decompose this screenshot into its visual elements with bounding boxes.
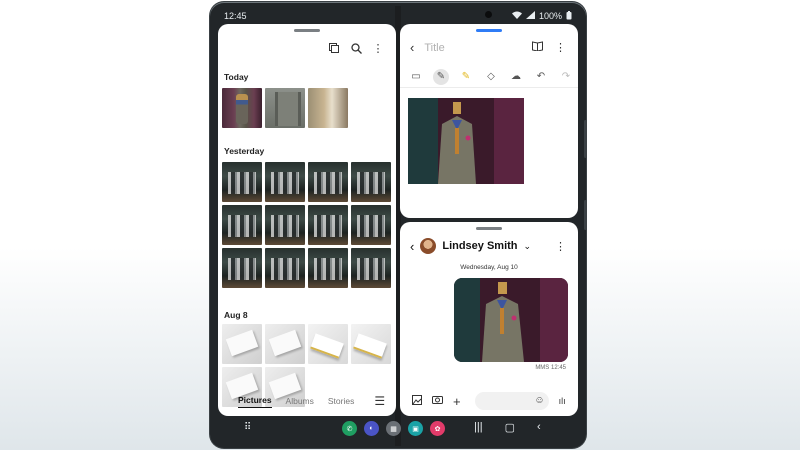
- notes-panel: ‹ Title ⋮ ▭ ✎ ✎ ◇ ☁ ↶ ↷: [400, 24, 578, 218]
- undo-icon[interactable]: ↶: [533, 69, 549, 85]
- gallery-panel: ⋮ Today Yesterday Aug 8 Pictures Albums …: [218, 24, 396, 416]
- tab-pictures[interactable]: Pictures: [238, 395, 272, 408]
- photo-thumbnail[interactable]: [265, 162, 305, 202]
- voice-input-icon[interactable]: ılı: [559, 396, 566, 406]
- contact-name[interactable]: Lindsey Smith: [442, 240, 517, 252]
- photo-grid-today: [222, 88, 391, 128]
- photo-thumbnail[interactable]: [222, 324, 262, 364]
- photo-thumbnail[interactable]: [308, 324, 348, 364]
- note-title-input[interactable]: Title: [424, 42, 444, 54]
- photo-thumbnail[interactable]: [308, 248, 348, 288]
- photo-thumbnail[interactable]: [265, 88, 305, 128]
- chevron-down-icon[interactable]: ⌄: [524, 241, 532, 252]
- battery-level: 100%: [538, 11, 562, 21]
- wifi-icon: [511, 11, 522, 21]
- search-icon[interactable]: [350, 42, 362, 54]
- panel-drag-handle[interactable]: [294, 29, 320, 32]
- panel-drag-handle[interactable]: [476, 227, 502, 230]
- emoji-icon[interactable]: ☺: [534, 395, 544, 406]
- add-icon[interactable]: +: [453, 394, 461, 409]
- phone-app-icon[interactable]: ✆: [342, 421, 357, 436]
- back-nav-icon[interactable]: ‹: [537, 421, 541, 434]
- message-input[interactable]: ☺: [474, 392, 549, 410]
- photo-thumbnail[interactable]: [265, 248, 305, 288]
- photo-thumbnail[interactable]: [222, 88, 262, 128]
- photo-thumbnail[interactable]: [351, 205, 391, 245]
- section-title: Today: [224, 72, 249, 82]
- section-title: Yesterday: [224, 146, 265, 156]
- inserted-suit-photo[interactable]: [408, 98, 524, 184]
- internet-app-icon[interactable]: ◐: [364, 421, 379, 436]
- side-key: [584, 120, 587, 158]
- more-options-icon[interactable]: ⋮: [555, 41, 566, 54]
- home-icon[interactable]: ▢: [505, 421, 515, 434]
- highlighter-icon[interactable]: ✎: [458, 69, 474, 85]
- photo-thumbnail[interactable]: [308, 205, 348, 245]
- tab-stories[interactable]: Stories: [328, 396, 354, 406]
- front-camera: [485, 11, 492, 18]
- text-mode-icon[interactable]: ▭: [408, 69, 424, 85]
- messages-panel: ‹ Lindsey Smith ⌄ ⋮ Wednesday, Aug 10 MM…: [400, 222, 578, 416]
- avatar[interactable]: [420, 238, 437, 254]
- photo-thumbnail[interactable]: [308, 88, 348, 128]
- gallery-icon[interactable]: [412, 394, 422, 408]
- section-title: Aug 8: [224, 310, 248, 320]
- calendar-app-icon[interactable]: ▣: [408, 421, 423, 436]
- photo-thumbnail[interactable]: [222, 205, 262, 245]
- book-view-icon[interactable]: [532, 41, 543, 54]
- mms-photo-bubble[interactable]: [454, 278, 568, 362]
- menu-icon[interactable]: ☰: [374, 394, 385, 408]
- drawing-toolbar: ▭ ✎ ✎ ◇ ☁ ↶ ↷: [400, 66, 578, 88]
- photo-thumbnail[interactable]: [222, 162, 262, 202]
- photo-thumbnail[interactable]: [351, 162, 391, 202]
- photo-thumbnail[interactable]: [222, 248, 262, 288]
- eraser-icon[interactable]: ◇: [483, 69, 499, 85]
- photo-grid-yesterday: [222, 162, 391, 288]
- status-time: 12:45: [224, 11, 247, 21]
- galaxy-store-icon[interactable]: ✿: [430, 421, 445, 436]
- status-bar: 12:45 100%: [218, 8, 578, 24]
- photo-thumbnail[interactable]: [351, 248, 391, 288]
- message-compose-bar: + ☺ ılı: [400, 386, 578, 416]
- more-options-icon[interactable]: ⋮: [372, 42, 384, 55]
- select-icon[interactable]: [328, 42, 340, 54]
- back-icon[interactable]: ‹: [410, 40, 414, 55]
- taskbar-dock: ✆ ◐ ▦ ▣ ✿: [342, 421, 445, 436]
- signal-icon: [525, 11, 535, 21]
- message-timestamp: MMS 12:45: [535, 365, 566, 371]
- photo-thumbnail[interactable]: [308, 162, 348, 202]
- photo-thumbnail[interactable]: [265, 324, 305, 364]
- apps-group-icon[interactable]: ▦: [386, 421, 401, 436]
- battery-icon: [566, 10, 572, 22]
- conversation-date: Wednesday, Aug 10: [460, 264, 518, 271]
- redo-icon[interactable]: ↷: [558, 69, 574, 85]
- panel-drag-handle[interactable]: [476, 29, 502, 32]
- camera-icon[interactable]: [432, 395, 443, 407]
- lasso-icon[interactable]: ☁: [508, 69, 524, 85]
- pen-icon[interactable]: ✎: [433, 68, 449, 85]
- gallery-tab-bar: Pictures Albums Stories ☰: [218, 386, 396, 416]
- more-options-icon[interactable]: ⋮: [555, 240, 566, 253]
- navigation-bar: ⠿ ✆ ◐ ▦ ▣ ✿ ||| ▢ ‹: [218, 418, 578, 440]
- tab-albums[interactable]: Albums: [286, 396, 314, 406]
- app-drawer-icon[interactable]: ⠿: [244, 422, 251, 433]
- volume-key: [584, 200, 587, 230]
- back-icon[interactable]: ‹: [410, 239, 414, 254]
- recents-icon[interactable]: |||: [474, 421, 483, 434]
- photo-thumbnail[interactable]: [351, 324, 391, 364]
- photo-thumbnail[interactable]: [265, 205, 305, 245]
